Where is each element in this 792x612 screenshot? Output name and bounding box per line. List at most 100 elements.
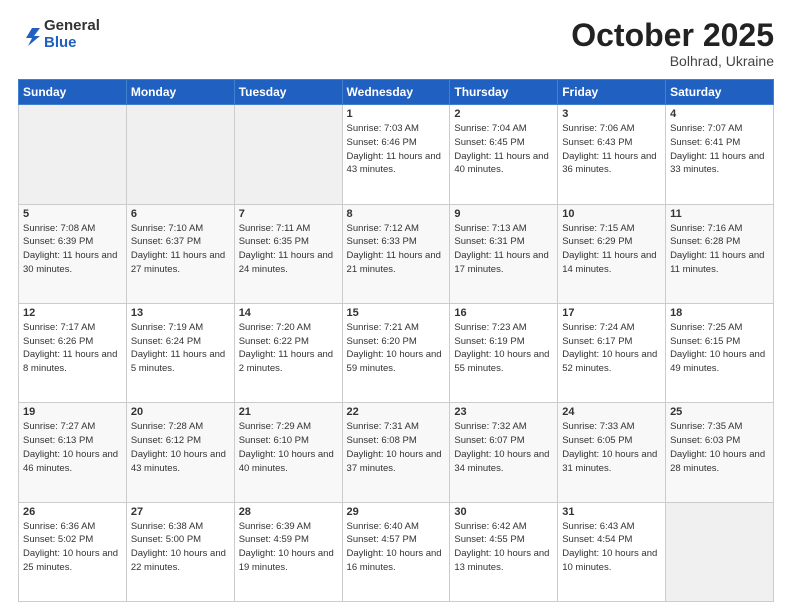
calendar-cell: 10 Sunrise: 7:15 AM Sunset: 6:29 PM Dayli…: [558, 204, 666, 303]
calendar-cell: 29Sunrise: 6:40 AM Sunset: 4:57 PM Dayli…: [342, 502, 450, 601]
day-info: Sunrise: 7:03 AM Sunset: 6:46 PM Dayligh…: [347, 122, 446, 177]
calendar-cell: 8 Sunrise: 7:12 AM Sunset: 6:33 PM Daylig…: [342, 204, 450, 303]
day-number: 8: [347, 208, 446, 220]
calendar-cell: 1 Sunrise: 7:03 AM Sunset: 6:46 PM Daylig…: [342, 105, 450, 204]
day-number: 25: [670, 406, 769, 418]
day-number: 20: [131, 406, 230, 418]
day-info: Sunrise: 7:28 AM Sunset: 6:12 PM Dayligh…: [131, 420, 230, 475]
day-info: Sunrise: 7:20 AM Sunset: 6:22 PM Dayligh…: [239, 321, 338, 376]
subtitle: Bolhrad, Ukraine: [571, 53, 774, 69]
calendar-cell: 26Sunrise: 6:36 AM Sunset: 5:02 PM Dayli…: [19, 502, 127, 601]
day-number: 15: [347, 307, 446, 319]
weekday-header-sunday: Sunday: [19, 80, 127, 105]
weekday-header-friday: Friday: [558, 80, 666, 105]
day-info: Sunrise: 7:23 AM Sunset: 6:19 PM Dayligh…: [454, 321, 553, 376]
calendar-cell: [126, 105, 234, 204]
day-info: Sunrise: 7:04 AM Sunset: 6:45 PM Dayligh…: [454, 122, 553, 177]
day-number: 14: [239, 307, 338, 319]
calendar-cell: 2Sunrise: 7:04 AM Sunset: 6:45 PM Daylig…: [450, 105, 558, 204]
weekday-header-monday: Monday: [126, 80, 234, 105]
day-info: Sunrise: 7:32 AM Sunset: 6:07 PM Dayligh…: [454, 420, 553, 475]
day-number: 5: [23, 208, 122, 220]
day-info: Sunrise: 7:15 AM Sunset: 6:29 PM Dayligh…: [562, 222, 661, 277]
calendar-cell: 7 Sunrise: 7:11 AM Sunset: 6:35 PM Daylig…: [234, 204, 342, 303]
calendar-cell: 16 Sunrise: 7:23 AM Sunset: 6:19 PM Dayli…: [450, 303, 558, 402]
calendar-cell: [234, 105, 342, 204]
calendar-cell: 3 Sunrise: 7:06 AM Sunset: 6:43 PM Daylig…: [558, 105, 666, 204]
day-info: Sunrise: 6:43 AM Sunset: 4:54 PM Dayligh…: [562, 520, 661, 575]
calendar-body: 1 Sunrise: 7:03 AM Sunset: 6:46 PM Daylig…: [19, 105, 774, 602]
calendar-cell: 14 Sunrise: 7:20 AM Sunset: 6:22 PM Dayli…: [234, 303, 342, 402]
day-number: 9: [454, 208, 553, 220]
day-number: 18: [670, 307, 769, 319]
calendar-cell: 27Sunrise: 6:38 AM Sunset: 5:00 PM Dayli…: [126, 502, 234, 601]
calendar-cell: 24 Sunrise: 7:33 AM Sunset: 6:05 PM Dayli…: [558, 403, 666, 502]
calendar-cell: 17 Sunrise: 7:24 AM Sunset: 6:17 PM Dayli…: [558, 303, 666, 402]
day-number: 6: [131, 208, 230, 220]
weekday-header-saturday: Saturday: [666, 80, 774, 105]
day-number: 3: [562, 108, 661, 120]
logo-blue: Blue: [44, 35, 100, 52]
day-number: 11: [670, 208, 769, 220]
calendar-cell: 4 Sunrise: 7:07 AM Sunset: 6:41 PM Daylig…: [666, 105, 774, 204]
calendar-week-3: 12Sunrise: 7:17 AM Sunset: 6:26 PM Dayli…: [19, 303, 774, 402]
calendar-week-4: 19 Sunrise: 7:27 AM Sunset: 6:13 PM Dayli…: [19, 403, 774, 502]
day-number: 30: [454, 506, 553, 518]
day-info: Sunrise: 7:06 AM Sunset: 6:43 PM Dayligh…: [562, 122, 661, 177]
day-info: Sunrise: 7:29 AM Sunset: 6:10 PM Dayligh…: [239, 420, 338, 475]
day-info: Sunrise: 7:27 AM Sunset: 6:13 PM Dayligh…: [23, 420, 122, 475]
day-number: 16: [454, 307, 553, 319]
day-info: Sunrise: 7:08 AM Sunset: 6:39 PM Dayligh…: [23, 222, 122, 277]
day-info: Sunrise: 6:39 AM Sunset: 4:59 PM Dayligh…: [239, 520, 338, 575]
weekday-header-wednesday: Wednesday: [342, 80, 450, 105]
title-block: October 2025 Bolhrad, Ukraine: [571, 18, 774, 69]
day-info: Sunrise: 7:17 AM Sunset: 6:26 PM Dayligh…: [23, 321, 122, 376]
calendar-cell: 22Sunrise: 7:31 AM Sunset: 6:08 PM Dayli…: [342, 403, 450, 502]
day-number: 24: [562, 406, 661, 418]
day-info: Sunrise: 7:10 AM Sunset: 6:37 PM Dayligh…: [131, 222, 230, 277]
day-info: Sunrise: 6:40 AM Sunset: 4:57 PM Dayligh…: [347, 520, 446, 575]
weekday-header-row: SundayMondayTuesdayWednesdayThursdayFrid…: [19, 80, 774, 105]
day-info: Sunrise: 7:13 AM Sunset: 6:31 PM Dayligh…: [454, 222, 553, 277]
header: General Blue October 2025 Bolhrad, Ukrai…: [18, 18, 774, 69]
day-info: Sunrise: 7:07 AM Sunset: 6:41 PM Dayligh…: [670, 122, 769, 177]
day-info: Sunrise: 7:25 AM Sunset: 6:15 PM Dayligh…: [670, 321, 769, 376]
calendar-cell: 20 Sunrise: 7:28 AM Sunset: 6:12 PM Dayli…: [126, 403, 234, 502]
calendar-cell: 25Sunrise: 7:35 AM Sunset: 6:03 PM Dayli…: [666, 403, 774, 502]
logo-icon: [18, 24, 40, 46]
calendar-cell: 21Sunrise: 7:29 AM Sunset: 6:10 PM Dayli…: [234, 403, 342, 502]
day-number: 1: [347, 108, 446, 120]
page: General Blue October 2025 Bolhrad, Ukrai…: [0, 0, 792, 612]
day-info: Sunrise: 7:24 AM Sunset: 6:17 PM Dayligh…: [562, 321, 661, 376]
calendar-cell: 11 Sunrise: 7:16 AM Sunset: 6:28 PM Dayli…: [666, 204, 774, 303]
day-info: Sunrise: 7:12 AM Sunset: 6:33 PM Dayligh…: [347, 222, 446, 277]
day-number: 23: [454, 406, 553, 418]
day-number: 13: [131, 307, 230, 319]
calendar-cell: 19 Sunrise: 7:27 AM Sunset: 6:13 PM Dayli…: [19, 403, 127, 502]
calendar-cell: 28 Sunrise: 6:39 AM Sunset: 4:59 PM Dayli…: [234, 502, 342, 601]
day-number: 7: [239, 208, 338, 220]
day-number: 4: [670, 108, 769, 120]
calendar-cell: 6 Sunrise: 7:10 AM Sunset: 6:37 PM Daylig…: [126, 204, 234, 303]
day-info: Sunrise: 7:21 AM Sunset: 6:20 PM Dayligh…: [347, 321, 446, 376]
day-number: 28: [239, 506, 338, 518]
calendar-cell: 13 Sunrise: 7:19 AM Sunset: 6:24 PM Dayli…: [126, 303, 234, 402]
day-info: Sunrise: 7:16 AM Sunset: 6:28 PM Dayligh…: [670, 222, 769, 277]
calendar-cell: [19, 105, 127, 204]
calendar-cell: 23 Sunrise: 7:32 AM Sunset: 6:07 PM Dayli…: [450, 403, 558, 502]
day-number: 17: [562, 307, 661, 319]
calendar-cell: 12Sunrise: 7:17 AM Sunset: 6:26 PM Dayli…: [19, 303, 127, 402]
day-number: 26: [23, 506, 122, 518]
day-info: Sunrise: 6:38 AM Sunset: 5:00 PM Dayligh…: [131, 520, 230, 575]
month-title: October 2025: [571, 18, 774, 53]
calendar-cell: 30Sunrise: 6:42 AM Sunset: 4:55 PM Dayli…: [450, 502, 558, 601]
calendar-week-5: 26Sunrise: 6:36 AM Sunset: 5:02 PM Dayli…: [19, 502, 774, 601]
day-info: Sunrise: 7:33 AM Sunset: 6:05 PM Dayligh…: [562, 420, 661, 475]
calendar-cell: 9 Sunrise: 7:13 AM Sunset: 6:31 PM Daylig…: [450, 204, 558, 303]
day-number: 22: [347, 406, 446, 418]
calendar-table: SundayMondayTuesdayWednesdayThursdayFrid…: [18, 79, 774, 602]
day-number: 19: [23, 406, 122, 418]
day-info: Sunrise: 7:19 AM Sunset: 6:24 PM Dayligh…: [131, 321, 230, 376]
day-number: 10: [562, 208, 661, 220]
day-info: Sunrise: 7:11 AM Sunset: 6:35 PM Dayligh…: [239, 222, 338, 277]
